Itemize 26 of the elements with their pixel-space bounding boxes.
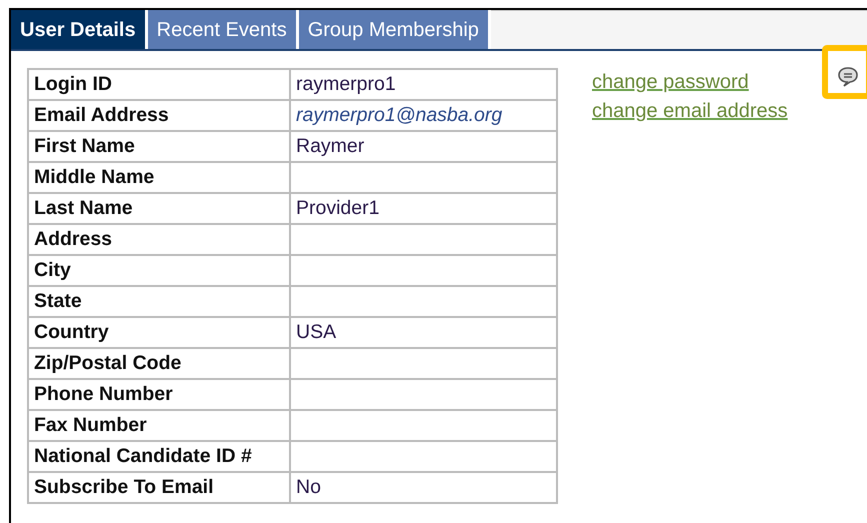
field-label: Email Address bbox=[28, 100, 290, 131]
tab[interactable]: Group Membership bbox=[298, 10, 491, 49]
field-value: Raymer bbox=[290, 131, 557, 162]
field-label: Phone Number bbox=[28, 379, 290, 410]
link[interactable]: change password bbox=[592, 71, 749, 93]
field-label: Zip/Postal Code bbox=[28, 348, 290, 379]
field-value: Provider1 bbox=[290, 193, 557, 224]
tab[interactable]: User Details bbox=[11, 10, 148, 49]
field-label: Address bbox=[28, 224, 290, 255]
tab[interactable]: Recent Events bbox=[148, 10, 299, 49]
comment-icon[interactable] bbox=[837, 66, 859, 88]
field-label: Fax Number bbox=[28, 410, 290, 441]
field-label: City bbox=[28, 255, 290, 286]
field-label: National Candidate ID # bbox=[28, 441, 290, 472]
field-value: USA bbox=[290, 317, 557, 348]
field-label: Last Name bbox=[28, 193, 290, 224]
field-label: Country bbox=[28, 317, 290, 348]
field-label: Login ID bbox=[28, 69, 290, 100]
field-value: raymerpro1@nasba.org bbox=[290, 100, 557, 131]
link[interactable]: change email address bbox=[592, 100, 788, 122]
field-label: Middle Name bbox=[28, 162, 290, 193]
field-label: First Name bbox=[28, 131, 290, 162]
field-value: raymerpro1 bbox=[290, 69, 557, 100]
field-label: State bbox=[28, 286, 290, 317]
field-label: Subscribe To Email bbox=[28, 472, 290, 503]
field-value: No bbox=[290, 472, 557, 503]
